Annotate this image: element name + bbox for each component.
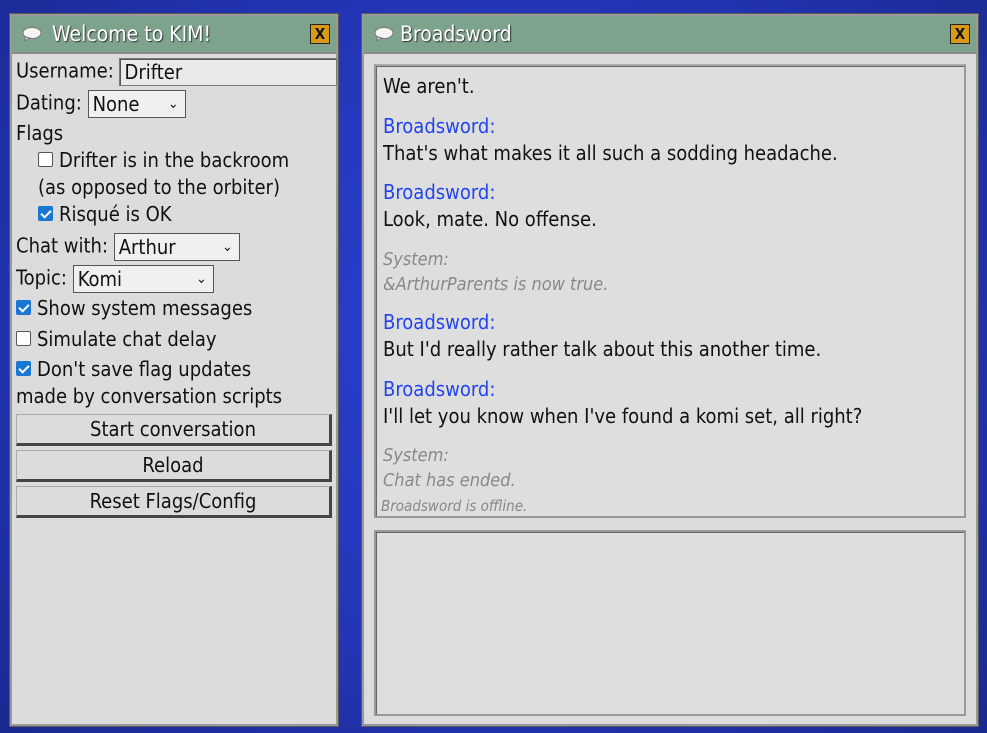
message-speaker: Broadsword: <box>383 377 496 401</box>
chat-bubble-icon <box>374 27 394 41</box>
message-text: But I'd really rather talk about this an… <box>383 337 822 361</box>
dating-row: Dating: None ⌄ <box>16 90 186 118</box>
system-message: &ArthurParents is now true. <box>383 274 609 295</box>
reload-button[interactable]: Reload <box>16 450 332 482</box>
dating-label: Dating: <box>16 90 82 115</box>
system-speaker: System: <box>383 249 449 270</box>
settings-title: Welcome to KIM! <box>52 22 212 46</box>
flag-backroom-label-2: (as opposed to the orbiter) <box>38 175 280 199</box>
chevron-down-icon: ⌄ <box>196 271 207 287</box>
system-speaker: System: <box>383 445 449 466</box>
offline-status: Broadsword is offline. <box>381 497 528 515</box>
chevron-down-icon: ⌄ <box>168 96 179 112</box>
dont-save-checkbox[interactable] <box>16 361 31 376</box>
message-text: That's what makes it all such a sodding … <box>383 141 838 165</box>
close-button[interactable]: X <box>950 24 970 44</box>
start-conversation-button[interactable]: Start conversation <box>16 414 332 446</box>
message-text: Look, mate. No offense. <box>383 207 597 231</box>
flag-backroom[interactable]: Drifter is in the backroom <box>38 148 289 172</box>
chat-with-select[interactable]: Arthur ⌄ <box>113 233 240 261</box>
dating-value: None <box>92 92 140 116</box>
chat-with-row: Chat with: Arthur ⌄ <box>16 233 240 261</box>
topic-select[interactable]: Komi ⌄ <box>72 265 214 293</box>
dating-select[interactable]: None ⌄ <box>87 90 186 118</box>
chat-window: Broadsword X We aren't. Broadsword: That… <box>362 14 978 726</box>
chat-title: Broadsword <box>400 22 512 46</box>
username-row: Username: Drifter <box>16 58 338 86</box>
chat-with-label: Chat with: <box>16 233 109 258</box>
username-input[interactable]: Drifter <box>119 58 338 86</box>
settings-titlebar[interactable]: Welcome to KIM! X <box>12 16 336 54</box>
username-label: Username: <box>16 58 114 83</box>
message-text: We aren't. <box>383 74 475 98</box>
flag-backroom-label: Drifter is in the backroom <box>59 148 290 172</box>
flag-risque-label: Risqué is OK <box>59 202 172 226</box>
show-system-label: Show system messages <box>37 296 253 320</box>
chevron-down-icon: ⌄ <box>222 239 233 255</box>
message-input[interactable] <box>374 530 966 716</box>
message-speaker: Broadsword: <box>383 180 496 204</box>
settings-window: Welcome to KIM! X Username: Drifter Dati… <box>10 14 338 726</box>
flag-risque[interactable]: Risqué is OK <box>38 202 172 226</box>
chat-titlebar[interactable]: Broadsword X <box>364 16 976 54</box>
show-system-checkbox[interactable] <box>16 300 31 315</box>
flag-backroom-checkbox[interactable] <box>38 152 53 167</box>
message-speaker: Broadsword: <box>383 114 496 138</box>
show-system-option[interactable]: Show system messages <box>16 296 252 320</box>
flags-heading: Flags <box>16 121 64 145</box>
chat-bubble-icon <box>22 27 42 41</box>
dont-save-label-2: made by conversation scripts <box>16 384 283 408</box>
simulate-delay-label: Simulate chat delay <box>37 327 217 351</box>
message-text: I'll let you know when I've found a komi… <box>383 404 863 428</box>
simulate-delay-option[interactable]: Simulate chat delay <box>16 327 216 351</box>
close-button[interactable]: X <box>310 24 330 44</box>
flag-risque-checkbox[interactable] <box>38 206 53 221</box>
message-speaker: Broadsword: <box>383 310 496 334</box>
dont-save-option[interactable]: Don't save flag updates <box>16 357 251 381</box>
chat-log[interactable]: We aren't. Broadsword: That's what makes… <box>374 64 966 518</box>
chat-with-value: Arthur <box>118 235 176 259</box>
topic-row: Topic: Komi ⌄ <box>16 265 214 293</box>
topic-label: Topic: <box>16 265 67 290</box>
system-message: Chat has ended. <box>383 470 516 491</box>
topic-value: Komi <box>77 267 123 291</box>
reset-flags-button[interactable]: Reset Flags/Config <box>16 486 332 518</box>
simulate-delay-checkbox[interactable] <box>16 331 31 346</box>
dont-save-label: Don't save flag updates <box>37 357 252 381</box>
